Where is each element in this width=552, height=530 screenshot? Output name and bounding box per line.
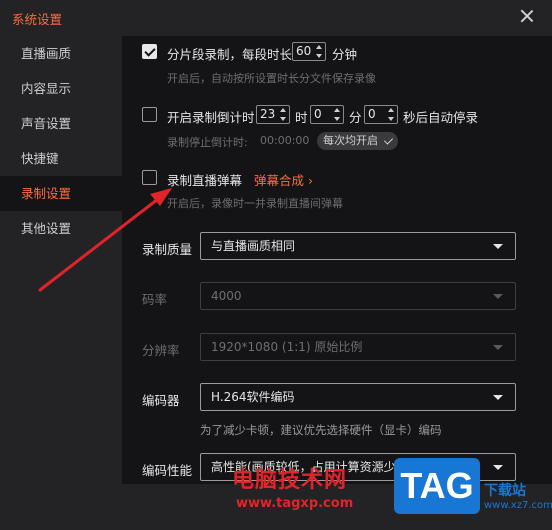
settings-sidebar: 直播画质 内容显示 声音设置 快捷键 录制设置 其他设置: [0, 36, 122, 484]
chevron-down-icon: [493, 395, 503, 400]
chevron-down-icon: [493, 294, 503, 299]
bitrate-select: 4000: [200, 282, 516, 310]
resolution-value: 1920*1080 (1:1) 原始比例: [211, 340, 363, 354]
encoding-performance-label: 编码性能: [142, 463, 193, 478]
segment-minutes-stepper[interactable]: 60: [292, 42, 326, 61]
window-title: 系统设置: [12, 12, 63, 27]
encoding-performance-select[interactable]: 高性能(画质较低，占用计算资源少): [200, 453, 516, 481]
countdown-minutes-stepper[interactable]: 0: [310, 105, 344, 124]
stepper-arrows-icon[interactable]: [334, 108, 341, 121]
encoder-value: H.264软件编码: [211, 390, 295, 404]
countdown-seconds-stepper[interactable]: 0: [364, 105, 398, 124]
record-danmaku-label[interactable]: 录制直播弹幕: [167, 170, 242, 189]
countdown-hours-stepper[interactable]: 23: [256, 105, 290, 124]
countdown-hours-unit: 时: [295, 110, 308, 125]
segment-recording-checkbox[interactable]: [142, 44, 157, 59]
resolution-label: 分辨率: [142, 343, 180, 358]
sidebar-item-shortcuts[interactable]: 快捷键: [0, 141, 122, 176]
sidebar-item-sound-settings[interactable]: 声音设置: [0, 106, 122, 141]
stepper-arrows-icon[interactable]: [388, 108, 395, 121]
recording-settings-panel: 分片段录制，每段时长 60 分钟 开启后，自动按所设置时长分文件保存录像 开启录…: [122, 36, 552, 484]
record-danmaku-checkbox[interactable]: [142, 170, 157, 185]
encoding-performance-value: 高性能(画质较低，占用计算资源少): [211, 460, 401, 474]
countdown-status-label: 录制停止倒计时:: [167, 136, 248, 149]
close-icon[interactable]: [520, 9, 534, 23]
countdown-status-time: 00:00:00: [260, 134, 310, 147]
encoder-label: 编码器: [142, 393, 180, 408]
dialog-footer: [0, 484, 552, 530]
sidebar-item-content-display[interactable]: 内容显示: [0, 71, 122, 106]
sidebar-item-stream-quality[interactable]: 直播画质: [0, 36, 122, 71]
resolution-select: 1920*1080 (1:1) 原始比例: [200, 333, 516, 361]
countdown-label: 开启录制倒计时: [167, 110, 255, 125]
encoder-hint: 为了减少卡顿，建议优先选择硬件（显卡）编码: [200, 423, 442, 437]
stepper-arrows-icon[interactable]: [280, 108, 287, 121]
recording-quality-value: 与直播画质相同: [211, 239, 296, 253]
segment-minutes-unit: 分钟: [332, 47, 358, 62]
countdown-minutes-unit: 分: [349, 110, 362, 125]
recording-quality-label: 录制质量: [142, 242, 193, 257]
title-bar: 系统设置: [0, 0, 552, 36]
danmaku-compose-link[interactable]: 弹幕合成 ›: [254, 170, 313, 189]
segment-recording-hint: 开启后，自动按所设置时长分文件保存录像: [167, 72, 376, 85]
countdown-checkbox[interactable]: [142, 107, 157, 122]
sidebar-item-other-settings[interactable]: 其他设置: [0, 211, 122, 246]
countdown-minutes-value: 0: [314, 107, 322, 121]
chevron-down-icon: [493, 244, 503, 249]
countdown-seconds-unit: 秒后自动停录: [403, 110, 479, 125]
stepper-arrows-icon[interactable]: [316, 45, 323, 58]
countdown-hours-value: 23: [260, 107, 276, 121]
countdown-seconds-value: 0: [368, 107, 376, 121]
segment-minutes-value: 60: [296, 44, 312, 58]
every-time-label: 每次均开启: [323, 134, 378, 147]
sidebar-item-recording-settings[interactable]: 录制设置: [0, 176, 122, 211]
check-icon: [383, 135, 394, 145]
chevron-down-icon: [493, 465, 503, 470]
chevron-down-icon: [493, 345, 503, 350]
bitrate-value: 4000: [211, 289, 242, 303]
bitrate-label: 码率: [142, 292, 168, 307]
every-time-toggle[interactable]: 每次均开启: [317, 132, 398, 150]
recording-quality-select[interactable]: 与直播画质相同: [200, 232, 516, 260]
encoder-select[interactable]: H.264软件编码: [200, 383, 516, 411]
segment-recording-label: 分片段录制，每段时长: [167, 47, 293, 62]
record-danmaku-hint: 开启后，录像时一并录制直播间弹幕: [167, 197, 343, 210]
